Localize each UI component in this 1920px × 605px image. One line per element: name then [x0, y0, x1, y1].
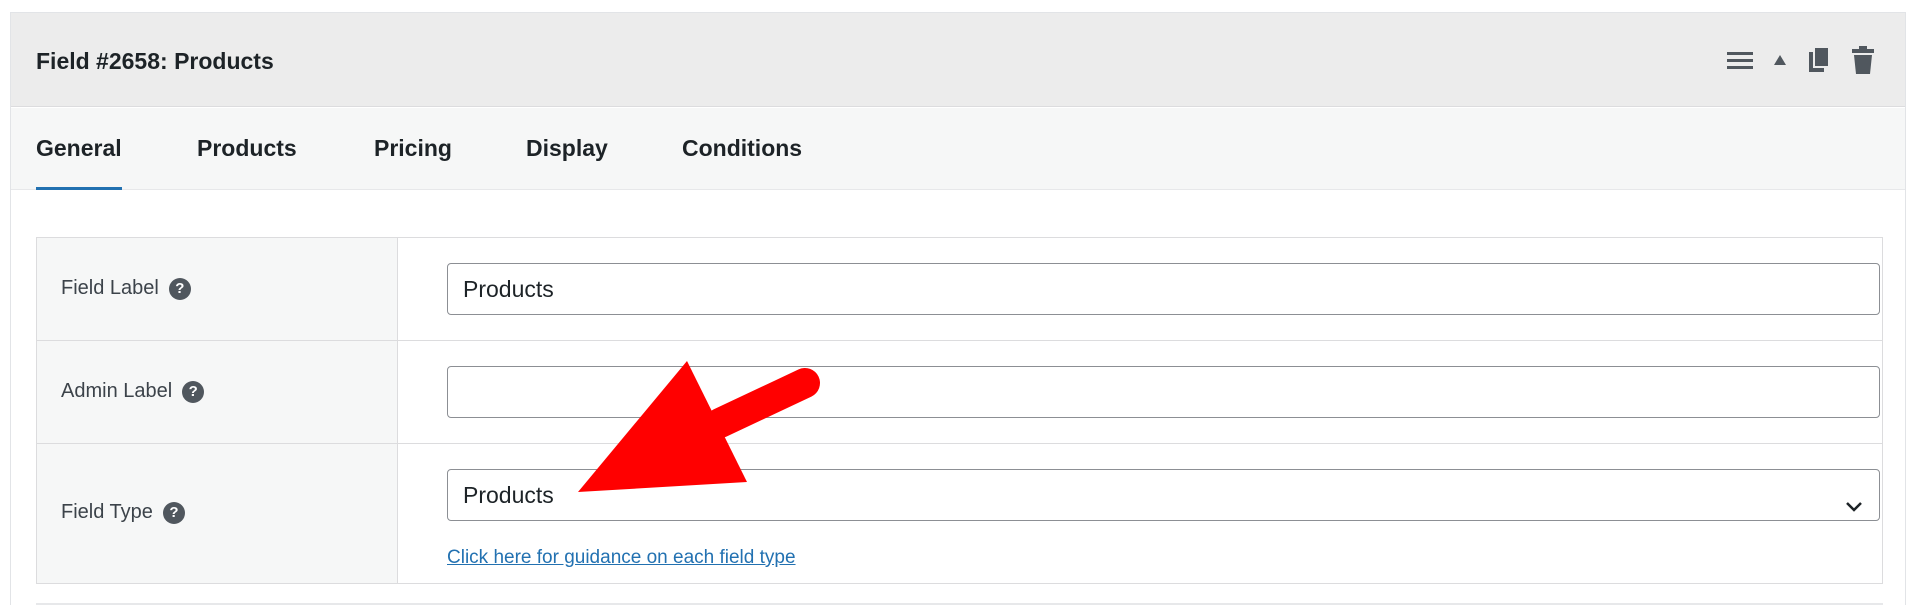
field-label-text: Field Label [61, 277, 159, 299]
tab-conditions[interactable]: Conditions [682, 108, 802, 190]
help-icon[interactable]: ? [162, 501, 185, 524]
trash-icon[interactable] [1851, 46, 1875, 74]
admin-label-text: Admin Label [61, 380, 173, 402]
collapse-up-icon[interactable] [1773, 54, 1787, 66]
tab-products[interactable]: Products [197, 108, 297, 190]
tab-bar: General Products Pricing Display Conditi… [11, 108, 1905, 190]
field-settings-table: Field Label ? Admin Label ? Field Type ?… [36, 237, 1883, 584]
field-type-label: Field Type ? [61, 501, 185, 524]
admin-label-input[interactable] [447, 366, 1880, 418]
header-actions [1727, 45, 1875, 75]
chevron-down-icon [1843, 484, 1865, 534]
panel-header: Field #2658: Products [11, 13, 1905, 107]
field-label-label: Field Label ? [61, 277, 191, 300]
panel-title: Field #2658: Products [36, 48, 274, 74]
help-icon[interactable]: ? [168, 277, 191, 300]
field-panel: Field #2658: Products General Products P… [10, 12, 1906, 605]
row-divider [37, 340, 1882, 341]
field-type-selected-value: Products [463, 482, 554, 508]
field-type-guidance-link[interactable]: Click here for guidance on each field ty… [447, 547, 796, 569]
row-divider [37, 443, 1882, 444]
field-label-input[interactable] [447, 263, 1880, 315]
field-type-select[interactable]: Products [447, 469, 1880, 521]
copy-icon[interactable] [1807, 46, 1831, 74]
admin-label-label: Admin Label ? [61, 380, 205, 403]
menu-icon[interactable] [1727, 50, 1753, 70]
tab-general[interactable]: General [36, 108, 122, 190]
field-type-text: Field Type [61, 501, 153, 523]
tab-pricing[interactable]: Pricing [374, 108, 452, 190]
help-icon[interactable]: ? [182, 380, 205, 403]
tab-display[interactable]: Display [526, 108, 608, 190]
